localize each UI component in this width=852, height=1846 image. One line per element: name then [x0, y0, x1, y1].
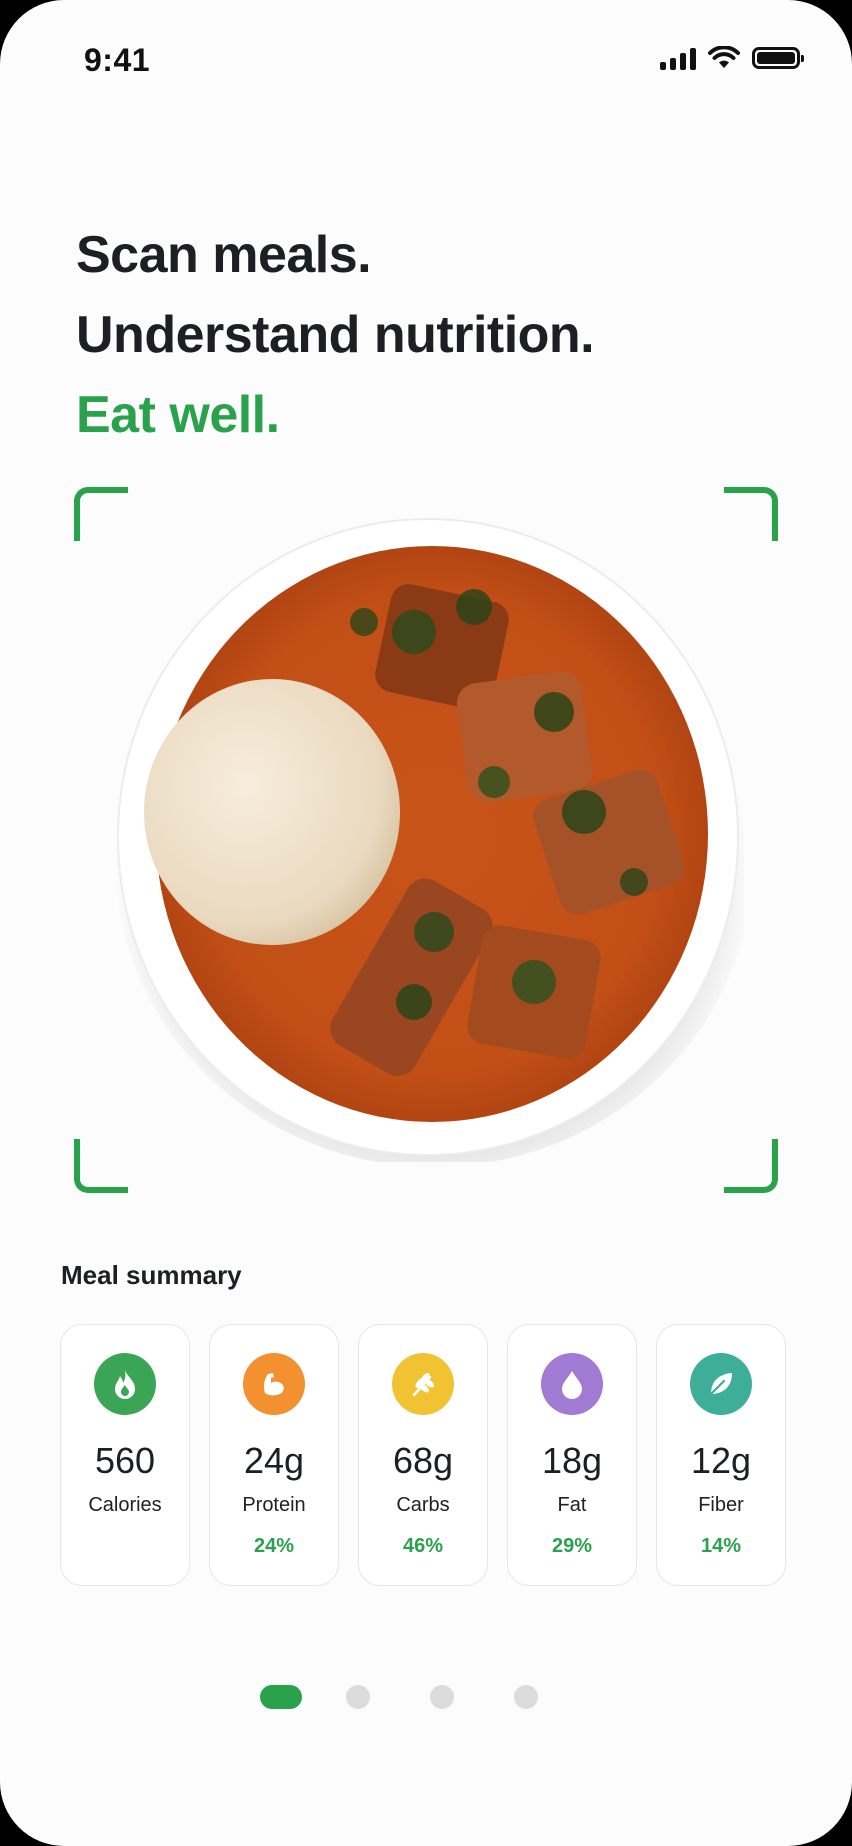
nutrition-card-carbs[interactable]: 68g Carbs 46% — [358, 1324, 488, 1586]
fat-percent: 29% — [551, 1535, 593, 1557]
muscle-icon — [243, 1353, 305, 1415]
fufu-swallow — [144, 679, 400, 945]
wheat-icon — [392, 1353, 454, 1415]
fat-label: Fat — [557, 1494, 587, 1516]
page-dot-2[interactable] — [346, 1685, 370, 1709]
carbs-label: Carbs — [396, 1494, 450, 1516]
carbs-value: 68g — [392, 1440, 454, 1481]
status-time: 9:41 — [84, 42, 151, 78]
flame-icon — [94, 1353, 156, 1415]
battery-icon — [752, 47, 804, 69]
protein-label: Protein — [242, 1494, 306, 1516]
carbs-percent: 46% — [402, 1535, 444, 1557]
calories-label: Calories — [88, 1494, 162, 1516]
fat-value: 18g — [541, 1440, 603, 1481]
meal-summary-title: Meal summary — [61, 1260, 242, 1290]
onboarding-screen: 9:41 Scan meals. Understand nutrition. E… — [0, 0, 852, 1846]
calories-value: 560 — [94, 1440, 156, 1481]
fiber-value: 12g — [690, 1440, 752, 1481]
protein-percent: 24% — [253, 1535, 295, 1557]
page-dot-1[interactable] — [260, 1685, 302, 1709]
headline-line-3: Eat well. — [76, 386, 280, 444]
status-icons — [660, 46, 804, 70]
wifi-icon — [708, 46, 740, 68]
fiber-label: Fiber — [698, 1494, 744, 1516]
page-dot-3[interactable] — [430, 1685, 454, 1709]
headline-line-2: Understand nutrition. — [76, 306, 595, 364]
fiber-percent: 14% — [700, 1535, 742, 1557]
nutrition-cards: 560 Calories 24g Protein 24% 68g Carbs 4… — [60, 1324, 786, 1586]
headline-line-1: Scan meals. — [76, 226, 372, 284]
headline: Scan meals. Understand nutrition. Eat we… — [76, 215, 595, 455]
cellular-signal-icon — [660, 46, 696, 70]
leaf-icon — [690, 1353, 752, 1415]
page-dot-4[interactable] — [514, 1685, 538, 1709]
page-indicator — [260, 1685, 598, 1709]
meal-photo — [114, 518, 744, 1162]
nutrition-card-fiber[interactable]: 12g Fiber 14% — [656, 1324, 786, 1586]
scan-frame — [74, 487, 778, 1193]
droplet-icon — [541, 1353, 603, 1415]
protein-value: 24g — [243, 1440, 305, 1481]
nutrition-card-fat[interactable]: 18g Fat 29% — [507, 1324, 637, 1586]
nutrition-card-calories[interactable]: 560 Calories — [60, 1324, 190, 1586]
nutrition-card-protein[interactable]: 24g Protein 24% — [209, 1324, 339, 1586]
